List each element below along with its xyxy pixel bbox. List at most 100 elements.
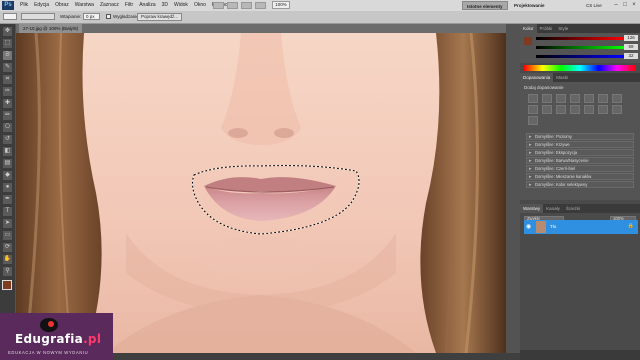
shape-tool-icon[interactable]: ▭ (3, 231, 12, 240)
preset-item[interactable]: Domyślne: Krzywe (526, 141, 634, 148)
feather-input[interactable]: 0 px (83, 13, 100, 20)
levels-icon[interactable] (542, 94, 552, 103)
eye-icon[interactable]: ◉ (526, 223, 531, 230)
blur-tool-icon[interactable]: ◆ (3, 171, 12, 180)
color-ramp[interactable] (524, 65, 636, 71)
menu-edit[interactable]: Edycja (31, 0, 52, 11)
hand-tool-icon[interactable]: ✋ (3, 255, 12, 264)
layers-footer (520, 350, 640, 360)
close-icon[interactable]: × (630, 1, 638, 9)
posterize-icon[interactable] (584, 105, 594, 114)
hue-saturation-icon[interactable] (598, 94, 608, 103)
cs-live-button[interactable]: CS Live (586, 1, 602, 10)
slider-b[interactable]: 32 (520, 52, 640, 61)
slider-g-track[interactable] (536, 46, 624, 49)
menu-select[interactable]: Zaznacz (97, 0, 122, 11)
hand-tool-icon[interactable] (241, 2, 252, 9)
refine-edge-button[interactable]: Popraw krawędź... (137, 13, 183, 21)
slider-r-track[interactable] (536, 37, 624, 40)
color-balance-icon[interactable] (612, 94, 622, 103)
zoom-tool-icon[interactable] (255, 2, 266, 9)
marquee-tool-icon[interactable]: ⬚ (3, 39, 12, 48)
invert-icon[interactable] (570, 105, 580, 114)
menu-image[interactable]: Obraz (52, 0, 72, 11)
slider-g[interactable]: 59 (520, 43, 640, 52)
gradient-tool-icon[interactable]: ▤ (3, 159, 12, 168)
dodge-tool-icon[interactable]: ● (3, 183, 12, 192)
type-tool-icon[interactable]: T (3, 207, 12, 216)
layer-background[interactable]: ◉ Tło 🔒 (524, 220, 638, 234)
minimize-icon[interactable]: – (612, 1, 620, 9)
canvas-photo[interactable] (16, 33, 506, 353)
slider-b-track[interactable] (536, 55, 624, 58)
tab-adjustments[interactable]: Dopasowania (520, 73, 554, 82)
edugrafia-logo: Edugrafia.pl EDUKACJA W NOWYM WYDANIU (0, 313, 113, 360)
brush-tool-icon[interactable]: ✏ (3, 111, 12, 120)
maximize-icon[interactable]: □ (621, 1, 629, 9)
slider-r[interactable]: 126 (520, 34, 640, 43)
curves-icon[interactable] (556, 94, 566, 103)
menu-3d[interactable]: 3D (159, 0, 171, 11)
slider-r-value[interactable]: 126 (624, 35, 638, 41)
preset-item[interactable]: Domyślne: Ekspozycja (526, 149, 634, 156)
threshold-icon[interactable] (598, 105, 608, 114)
color-panel: 126 59 32 (520, 33, 640, 63)
zoom-tool-icon[interactable]: ⚲ (3, 267, 12, 276)
black-white-icon[interactable] (528, 105, 538, 114)
menu-window[interactable]: Okno (191, 0, 209, 11)
slider-b-value[interactable]: 32 (624, 53, 638, 59)
tab-layers[interactable]: Warstwy (520, 204, 544, 213)
document-tab[interactable]: 27-10.jpg @ 100% (Biały/8) (19, 24, 83, 33)
menu-view[interactable]: Widok (171, 0, 191, 11)
pen-tool-icon[interactable]: ✒ (3, 195, 12, 204)
brightness-icon[interactable] (528, 94, 538, 103)
stamp-tool-icon[interactable]: ⎔ (3, 123, 12, 132)
gradient-map-icon[interactable] (612, 105, 622, 114)
menu-items: Plik Edycja Obraz Warstwa Zaznacz Filtr … (17, 0, 230, 11)
menu-file[interactable]: Plik (17, 0, 31, 11)
tab-paths[interactable]: Ścieżki (563, 204, 583, 213)
antialias-checkbox[interactable] (106, 14, 111, 19)
bridge-icon[interactable] (213, 2, 224, 9)
exposure-icon[interactable] (570, 94, 580, 103)
channel-mixer-icon[interactable] (556, 105, 566, 114)
tab-channels[interactable]: Kanały (543, 204, 563, 213)
lasso-tool-icon[interactable]: ᘐ (3, 51, 12, 60)
3d-rotate-tool-icon[interactable]: ⟳ (3, 243, 12, 252)
face-photo (16, 33, 506, 353)
tab-masks[interactable]: Maski (553, 73, 571, 82)
adjustments-title: Dodaj dopasowanie (524, 85, 564, 90)
zoom-level[interactable]: 100% (272, 1, 290, 9)
preset-item[interactable]: Domyślne: Kolor selektywny (526, 181, 634, 188)
tab-styles[interactable]: Style (555, 24, 571, 33)
workspace-design-button[interactable]: Projektowanie (510, 1, 549, 10)
selection-mode-buttons[interactable] (21, 13, 55, 20)
tool-preset-picker[interactable] (3, 13, 17, 20)
foreground-color-swatch[interactable] (2, 280, 12, 290)
tab-swatches[interactable]: Próbki (537, 24, 556, 33)
menu-analysis[interactable]: Analiza (136, 0, 158, 11)
path-select-tool-icon[interactable]: ➤ (3, 219, 12, 228)
vibrance-icon[interactable] (584, 94, 594, 103)
quick-select-tool-icon[interactable]: ✎ (3, 63, 12, 72)
color-swatches[interactable] (0, 280, 15, 296)
preset-item[interactable]: Domyślne: Mieszanie kanałów (526, 173, 634, 180)
crop-tool-icon[interactable]: ⌗ (3, 75, 12, 84)
healing-tool-icon[interactable]: ✚ (3, 99, 12, 108)
selective-color-icon[interactable] (528, 116, 538, 125)
tab-color[interactable]: Kolor (520, 24, 537, 33)
preset-item[interactable]: Domyślne: Barwa/Nasycenie (526, 157, 634, 164)
preset-item[interactable]: Domyślne: Poziomy (526, 133, 634, 140)
menu-layer[interactable]: Warstwa (72, 0, 97, 11)
workspace-essentials-button[interactable]: Istotne elementy (462, 1, 508, 10)
photo-filter-icon[interactable] (542, 105, 552, 114)
adjustments-panel-tabs: Dopasowania Maski (520, 73, 640, 82)
eraser-tool-icon[interactable]: ◧ (3, 147, 12, 156)
eyedropper-tool-icon[interactable]: ✑ (3, 87, 12, 96)
preset-item[interactable]: Domyślne: Czerń-biel (526, 165, 634, 172)
menu-filter[interactable]: Filtr (122, 0, 136, 11)
slider-g-value[interactable]: 59 (624, 44, 638, 50)
mini-bridge-icon[interactable] (227, 2, 238, 9)
move-tool-icon[interactable]: ✥ (3, 27, 12, 36)
history-brush-tool-icon[interactable]: ↺ (3, 135, 12, 144)
